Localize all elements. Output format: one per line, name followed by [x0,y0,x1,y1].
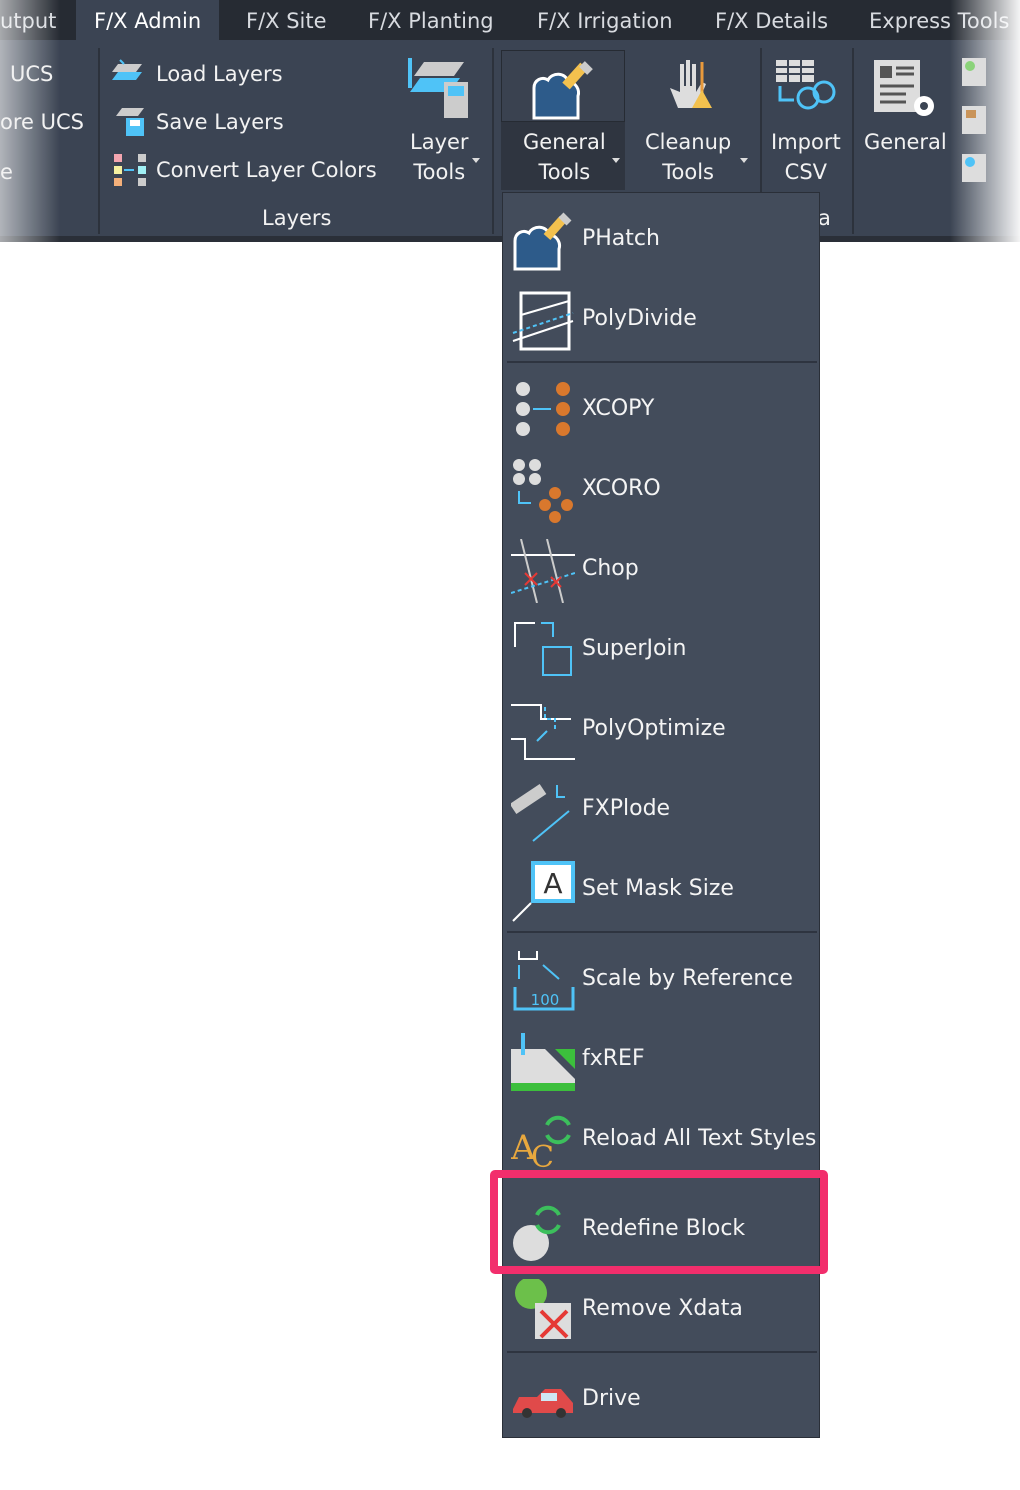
convert-layer-colors-icon [114,154,148,188]
general-tools-icon [530,58,596,122]
menu-item-remove-xdata[interactable]: Remove Xdata [503,1269,819,1349]
menu-item-label: PolyDivide [582,306,697,331]
menu-item-label: Chop [582,556,639,581]
convert-layer-colors-button[interactable]: Convert Layer Colors [156,158,377,182]
highlight-box [490,1170,828,1274]
tab-fx-details[interactable]: F/X Details [715,0,828,40]
menu-separator [507,931,817,933]
reload-text-icon: AC [510,1109,575,1175]
tab-express-tools[interactable]: Express Tools [869,0,1009,40]
import-csv-button[interactable]: Import CSV [771,130,841,184]
menu-item-label: XCORO [582,476,661,501]
polydivide-icon [511,289,575,353]
chevron-down-icon [612,158,620,163]
menu-item-label: Scale by Reference [582,966,793,991]
menu-item-drive[interactable]: Drive [503,1359,819,1439]
panel-divider [852,48,854,234]
cleanup-tools-label-2: Tools [662,160,714,184]
settings-small-icons [960,56,994,186]
tab-fx-planting[interactable]: F/X Planting [368,0,494,40]
panel-divider [492,48,494,234]
menu-item-label: FXPlode [582,796,671,821]
menu-item-label: Remove Xdata [582,1296,743,1321]
menu-item-label: XCOPY [582,396,655,421]
scale-icon: 100 [511,949,575,1013]
cleanup-tools-button[interactable]: Cleanup Tools [645,130,731,184]
menu-item-set-mask-size[interactable]: A Set Mask Size [503,849,819,929]
save-layers-button[interactable]: Save Layers [156,110,284,134]
menu-item-polyoptimize[interactable]: PolyOptimize [503,689,819,769]
menu-item-label: PolyOptimize [582,716,726,741]
chevron-down-icon [740,158,748,163]
cleanup-tools-label-1: Cleanup [645,130,732,154]
phatch-icon [511,209,575,273]
general-tools-label-2: Tools [538,160,591,184]
remove-xdata-icon [511,1277,575,1343]
ucs-item-3[interactable]: e [0,160,13,184]
tab-fx-irrigation[interactable]: F/X Irrigation [537,0,673,40]
import-csv-label-1: Import [771,130,841,154]
menu-item-label: Drive [582,1386,641,1411]
menu-item-polydivide[interactable]: PolyDivide [503,279,819,359]
xcoro-icon [511,459,575,523]
layer-tools-button[interactable]: Layer Tools [410,130,469,184]
cleanup-tools-icon [660,58,720,122]
polyoptimize-icon [511,699,575,763]
general-tools-label-1: General [523,130,606,154]
menu-item-fxplode[interactable]: FXPlode [503,769,819,849]
menu-item-fxref[interactable]: fxREF [503,1019,819,1099]
menu-item-label: PHatch [582,226,660,251]
menu-item-phatch[interactable]: PHatch [503,199,819,279]
menu-separator [507,1351,817,1353]
svg-text:C: C [531,1140,554,1173]
tab-output[interactable]: utput [0,0,56,40]
mask-letter: A [543,867,562,900]
general-settings-icon [872,58,938,122]
chevron-down-icon [472,158,480,163]
fxref-icon [511,1029,575,1093]
general-button[interactable]: General [864,130,947,154]
import-csv-label-2: CSV [784,160,828,184]
drive-icon [511,1369,575,1433]
general-tools-label: General Tools [523,130,606,184]
scale-badge: 100 [531,991,560,1009]
tab-fx-site[interactable]: F/X Site [246,0,327,40]
menu-item-label: SuperJoin [582,636,687,661]
menu-item-xcopy[interactable]: XCOPY [503,369,819,449]
layer-tools-label-2: Tools [413,160,466,184]
load-layers-button[interactable]: Load Layers [156,62,283,86]
menu-item-chop[interactable]: Chop [503,529,819,609]
menu-item-scale-by-reference[interactable]: 100 Scale by Reference [503,939,819,1019]
menu-item-label: Reload All Text Styles [582,1126,817,1151]
menu-item-label: fxREF [582,1046,645,1071]
load-layers-icon [112,58,148,88]
fxplode-icon [509,779,575,843]
ucs-button[interactable]: UCS [10,62,53,86]
superjoin-icon [511,619,575,683]
import-csv-icon [774,58,838,122]
layer-tools-icon [406,56,470,122]
chop-icon [510,538,576,604]
save-layers-icon [116,106,150,138]
layers-panel-title: Layers [262,206,332,230]
menu-item-xcoro[interactable]: XCORO [503,449,819,529]
mask-icon: A [511,859,575,923]
layer-tools-label-1: Layer [410,130,469,154]
menu-item-reload-all-text-styles[interactable]: A C Reload All Text Styles [503,1099,819,1179]
panel-divider [98,48,100,234]
xcopy-icon [511,379,575,443]
restore-ucs-button[interactable]: ore UCS [0,110,84,134]
ribbon-tab-bar: utput F/X Admin F/X Site F/X Planting F/… [0,0,1020,40]
menu-item-superjoin[interactable]: SuperJoin [503,609,819,689]
tab-fx-admin[interactable]: F/X Admin [76,0,220,40]
menu-item-label: Set Mask Size [582,876,734,901]
menu-separator [507,361,817,363]
